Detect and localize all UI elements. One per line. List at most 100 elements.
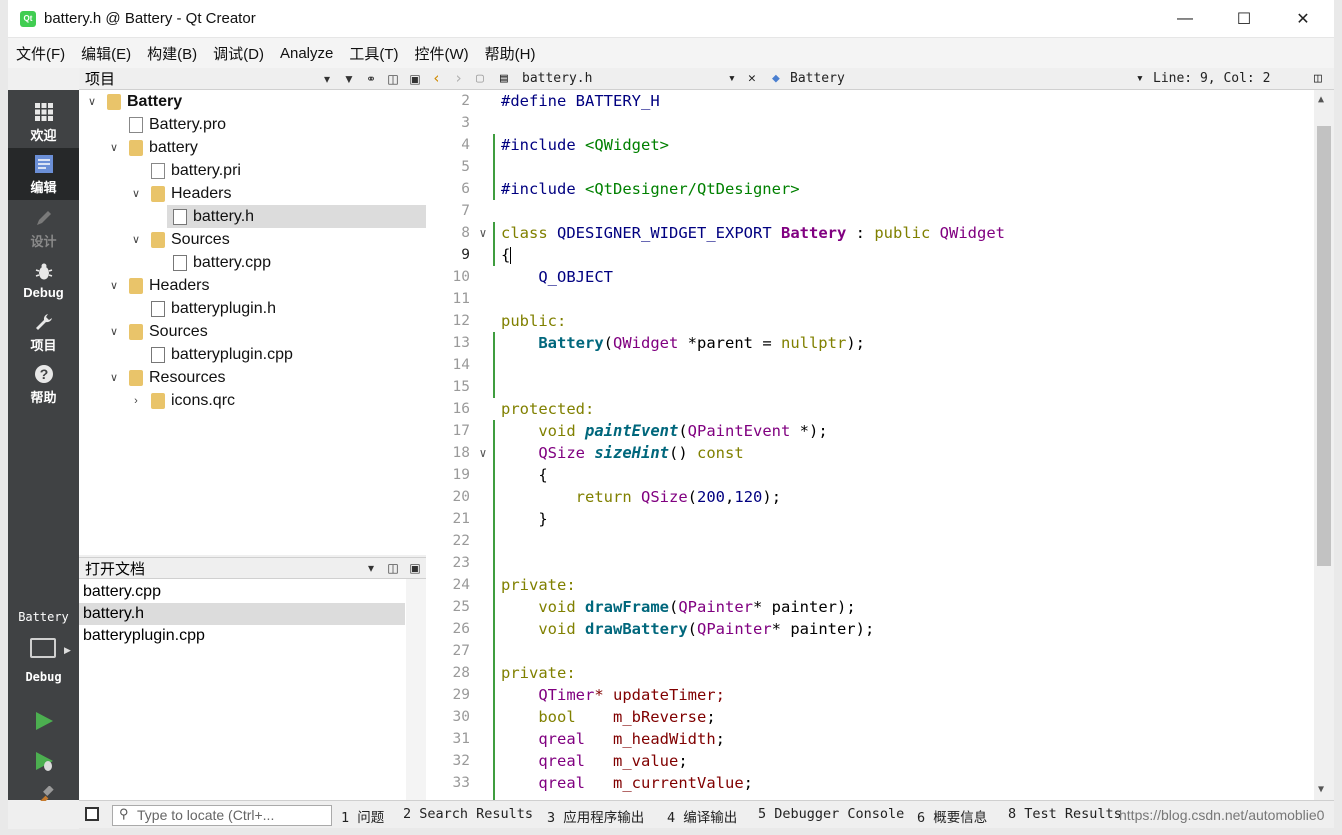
open-doc-item[interactable]: battery.h — [79, 603, 405, 625]
toggle-sidebar-icon[interactable] — [85, 807, 99, 821]
tree-item-icons-qrc[interactable]: › icons.qrc — [79, 389, 426, 412]
editor-vertical-scrollbar[interactable]: ▲ ▼ — [1314, 90, 1334, 800]
current-symbol[interactable]: Battery — [790, 71, 845, 86]
close-button[interactable]: ✕ — [1274, 0, 1332, 38]
tree-item-resources[interactable]: ∨ Resources — [79, 366, 426, 389]
chevron-right-icon[interactable]: › — [129, 395, 143, 407]
tree-item-sources[interactable]: ∨ Sources — [79, 228, 426, 251]
menu-analyze[interactable]: Analyze — [272, 45, 341, 62]
menu-tools[interactable]: 工具(T) — [341, 43, 406, 64]
debug-run-button[interactable] — [33, 750, 55, 772]
output-pane-compile-output[interactable]: 4 编译输出 — [667, 806, 737, 826]
minimize-button[interactable]: — — [1156, 0, 1214, 38]
mode-welcome[interactable]: 欢迎 — [8, 96, 79, 148]
code-token: drawBattery — [585, 620, 688, 638]
back-arrow-icon[interactable]: ‹ — [432, 69, 441, 87]
fold-chevron-icon[interactable]: ∨ — [476, 442, 490, 464]
open-doc-item[interactable]: batteryplugin.cpp — [79, 625, 405, 647]
mode-design[interactable]: 设计 — [8, 202, 79, 254]
chevron-down-icon[interactable]: ∨ — [107, 325, 121, 338]
locator-input[interactable]: Type to locate (Ctrl+... — [112, 805, 332, 826]
open-documents-header: 打开文档 ▾ ◫ ▣ — [79, 557, 426, 579]
output-pane-application-output[interactable]: 3 应用程序输出 — [547, 806, 644, 826]
split-icon[interactable]: ◫ — [1314, 71, 1322, 86]
tree-item-batteryplugin-cpp[interactable]: batteryplugin.cpp — [79, 343, 426, 366]
open-doc-item[interactable]: battery.cpp — [79, 581, 405, 603]
chevron-down-icon[interactable]: ▾ — [728, 71, 736, 86]
code-token: ( — [669, 598, 679, 616]
chevron-down-icon[interactable]: ∨ — [129, 187, 143, 200]
maximize-button[interactable]: ☐ — [1215, 0, 1273, 38]
split-icon[interactable]: ◫ — [382, 561, 404, 575]
menu-debug[interactable]: 调试(D) — [205, 43, 272, 64]
run-button[interactable] — [33, 710, 55, 732]
line-number: 32 — [452, 753, 470, 769]
mode-edit[interactable]: 编辑 — [8, 148, 79, 200]
headers-folder-icon — [129, 278, 143, 294]
mode-projects[interactable]: 项目 — [8, 306, 79, 358]
chevron-down-icon[interactable]: ▾ — [1136, 71, 1144, 86]
code-token: ( — [678, 422, 688, 440]
close-icon[interactable]: ▣ — [404, 72, 426, 86]
output-pane-search-results[interactable]: 2 Search Results — [403, 806, 533, 822]
line-number: 12 — [452, 313, 470, 329]
line-number: 3 — [461, 115, 470, 131]
tree-item-plugin-sources[interactable]: ∨ Sources — [79, 320, 426, 343]
tree-item-label: Sources — [149, 322, 208, 340]
menu-build[interactable]: 构建(B) — [139, 43, 205, 64]
filter-icon[interactable]: ▼ — [338, 72, 360, 86]
scroll-down-icon[interactable]: ▼ — [1318, 784, 1324, 795]
scroll-up-icon[interactable]: ▲ — [1318, 94, 1324, 105]
code-token: BATTERY_H — [575, 92, 660, 110]
tree-item-battery-pri[interactable]: battery.pri — [79, 159, 426, 182]
fold-chevron-icon[interactable]: ∨ — [476, 222, 490, 244]
menu-widgets[interactable]: 控件(W) — [407, 43, 477, 64]
tree-item-label: battery — [149, 138, 198, 156]
menu-help[interactable]: 帮助(H) — [477, 43, 544, 64]
sources-folder-icon — [129, 324, 143, 340]
close-icon[interactable]: ▣ — [404, 561, 426, 575]
source-file-icon — [173, 255, 187, 271]
tree-item-headers[interactable]: ∨ Headers — [79, 182, 426, 205]
chevron-down-icon[interactable]: ∨ — [107, 371, 121, 384]
mode-help[interactable]: ? 帮助 — [8, 358, 79, 410]
chevron-down-icon[interactable]: ∨ — [107, 141, 121, 154]
tree-item-battery-project[interactable]: ∨ Battery — [79, 90, 426, 113]
tree-item-battery-h[interactable]: battery.h — [167, 205, 426, 228]
chevron-down-icon[interactable]: ▾ — [316, 72, 338, 86]
output-pane-test-results[interactable]: 8 Test Results — [1008, 806, 1122, 822]
menu-file[interactable]: 文件(F) — [8, 43, 73, 64]
forward-arrow-icon[interactable]: › — [454, 69, 463, 87]
output-pane-issues[interactable]: 1 问题 — [341, 806, 384, 826]
output-pane-general-messages[interactable]: 6 概要信息 — [917, 806, 987, 826]
menu-bar: 文件(F) 编辑(E) 构建(B) 调试(D) Analyze 工具(T) 控件… — [8, 38, 1334, 68]
code-token: { — [538, 466, 548, 484]
code-token: void — [538, 422, 576, 440]
chevron-down-icon[interactable]: ∨ — [85, 95, 99, 108]
monitor-icon[interactable] — [30, 638, 56, 658]
code-token: const — [697, 444, 744, 462]
open-documents-scrollbar[interactable] — [406, 579, 426, 800]
line-number: 30 — [452, 709, 470, 725]
code-editor[interactable]: 2 3 4 5 6 7 8 9 10 11 12 13 14 15 16 17 … — [426, 90, 1334, 800]
code-token: m_headWidth — [613, 730, 716, 748]
chevron-down-icon[interactable]: ∨ — [107, 279, 121, 292]
menu-edit[interactable]: 编辑(E) — [73, 43, 139, 64]
line-number: 31 — [452, 731, 470, 747]
tree-item-plugin-headers[interactable]: ∨ Headers — [79, 274, 426, 297]
tree-item-batteryplugin-h[interactable]: batteryplugin.h — [79, 297, 426, 320]
chevron-down-icon[interactable]: ∨ — [129, 233, 143, 246]
link-icon[interactable]: ⚭ — [360, 72, 382, 86]
window-title: battery.h @ Battery - Qt Creator — [44, 10, 256, 27]
chevron-down-icon[interactable]: ▾ — [360, 561, 382, 575]
current-file-name[interactable]: battery.h — [522, 71, 592, 86]
tree-item-battery-cpp[interactable]: battery.cpp — [79, 251, 426, 274]
scrollbar-thumb[interactable] — [1317, 126, 1331, 566]
tree-item-battery-subproject[interactable]: ∨ battery — [79, 136, 426, 159]
split-icon[interactable]: ◫ — [382, 72, 404, 86]
projects-panel-title: 项目 — [85, 71, 116, 88]
tree-item-battery-pro[interactable]: Battery.pro — [79, 113, 426, 136]
close-document-icon[interactable]: ✕ — [748, 71, 756, 86]
output-pane-debugger-console[interactable]: 5 Debugger Console — [758, 806, 904, 822]
mode-debug[interactable]: Debug — [8, 254, 79, 306]
